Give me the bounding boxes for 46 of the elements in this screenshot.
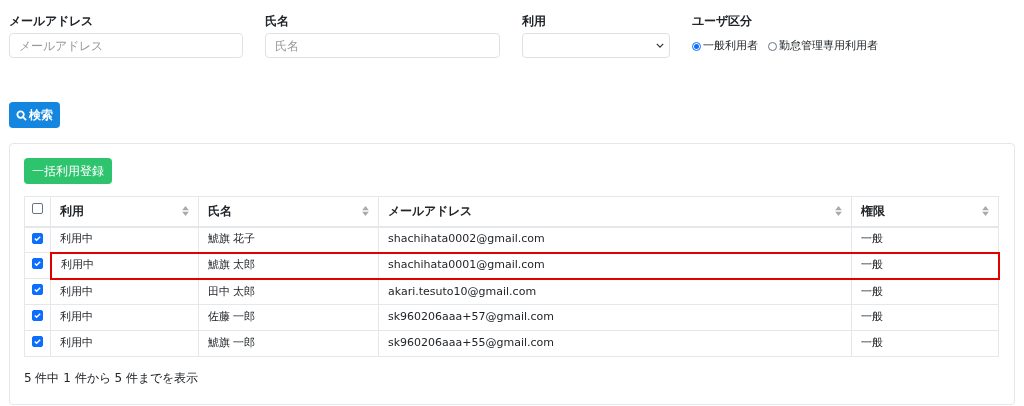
radio-option[interactable]: 一般利用者 [692,38,758,55]
checkbox[interactable] [32,310,43,322]
table-cell: 鯱旗 一郎 [208,336,256,350]
table-cell: 佐藤 一郎 [208,310,256,324]
table-cell: 鯱旗 太郎 [208,258,256,272]
checkbox[interactable] [32,336,43,348]
table-cell: 一般 [861,310,883,324]
table-cell: sk960206aaa+55@gmail.com [388,336,555,350]
sort-icon[interactable] [835,206,842,217]
checkbox[interactable] [32,232,43,244]
table-cell: 利用中 [60,284,93,298]
checkbox[interactable] [31,258,43,270]
column-header[interactable]: 権限 [861,202,885,221]
pagination-info: 5 件中 1 件から 5 件までを表示 [24,370,199,387]
field-label: 氏名 [265,13,290,30]
search-button[interactable]: 検索 [9,102,60,128]
checkbox[interactable] [32,284,43,296]
field-label: メールアドレス [9,13,94,30]
table-cell: shachihata0002@gmail.com [388,232,545,246]
chevron-down-icon [656,43,664,48]
table-cell: 鯱旗 花子 [208,232,256,246]
email-field[interactable]: メールアドレス [9,33,243,58]
column-header[interactable]: メールアドレス [388,202,472,221]
sort-icon[interactable] [982,206,989,217]
name-field[interactable]: 氏名 [265,33,500,58]
table-cell: 一般 [861,232,883,246]
table-cell: akari.tesuto10@gmail.com [388,284,537,298]
table-cell: sk960206aaa+57@gmail.com [388,310,555,324]
checkbox[interactable] [32,203,43,214]
radio-option[interactable]: 勤怠管理専用利用者 [768,38,878,55]
table-cell: 田中 太郎 [208,284,256,298]
field-label: ユーザ区分 [692,13,753,30]
table-cell: 利用中 [60,310,93,324]
table-cell: shachihata0001@gmail.com [388,258,545,272]
table-cell: 一般 [861,336,883,350]
table-cell: 利用中 [60,336,93,350]
table-cell: 利用中 [60,232,93,246]
sort-icon[interactable] [362,206,369,217]
column-header[interactable]: 利用 [60,202,84,221]
table-cell: 一般 [861,284,883,298]
table-cell: 一般 [861,258,883,272]
table-cell: 利用中 [60,258,94,272]
field-label: 利用 [522,13,547,30]
column-header[interactable]: 氏名 [208,202,232,221]
sort-icon[interactable] [182,206,189,217]
search-icon [16,109,27,121]
